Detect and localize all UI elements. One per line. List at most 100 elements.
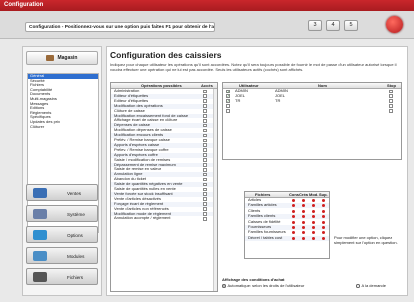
operation-acces-checkbox[interactable] (203, 109, 207, 113)
operation-acces-checkbox[interactable] (203, 192, 207, 197)
user-stop-checkbox[interactable] (389, 89, 393, 94)
operation-acces-checkbox[interactable] (203, 182, 207, 187)
fichier-permission-dot[interactable] (302, 231, 305, 235)
user-stop-checkbox[interactable] (389, 109, 393, 113)
fichier-permission-dot[interactable] (302, 226, 305, 229)
operation-acces-checkbox[interactable] (203, 114, 207, 118)
fichier-permission-dot[interactable] (312, 215, 315, 219)
user-active-checkbox[interactable]: ✓ (226, 89, 230, 94)
operation-acces-checkbox[interactable] (203, 163, 207, 167)
operation-acces-checkbox[interactable] (203, 216, 207, 221)
fichier-row[interactable]: Familles clients (245, 214, 329, 220)
operation-acces-checkbox[interactable] (203, 172, 207, 177)
operation-acces-checkbox[interactable] (203, 128, 207, 133)
fichier-permission-dot[interactable] (292, 199, 295, 202)
fichier-permission-dot[interactable] (322, 199, 325, 202)
fichier-permission-dot[interactable] (322, 215, 325, 219)
toolbar-button-5[interactable]: 5 (344, 20, 358, 31)
operation-row[interactable]: Annulation acompte / règlement (111, 216, 217, 221)
user-active-checkbox[interactable]: ✓ (226, 94, 230, 99)
user-stop-checkbox[interactable] (389, 104, 393, 108)
fichier-permission-dot[interactable] (312, 231, 315, 235)
fichier-row[interactable]: Familles fournisseurs (245, 230, 329, 235)
radio-demande[interactable] (356, 284, 360, 288)
operation-acces-checkbox[interactable] (203, 177, 207, 182)
operation-acces-checkbox[interactable] (203, 89, 207, 94)
fichier-permission-dot[interactable] (302, 204, 305, 208)
page-title: Configuration des caissiers (110, 50, 222, 60)
globe-icon (33, 230, 47, 240)
user-active-checkbox[interactable] (226, 109, 230, 113)
users-table: Utilisateur Nom Stop ✓ ADMIN ADMIN ✓ JOEL JOE… (222, 82, 402, 160)
fichier-permission-dot[interactable] (312, 220, 315, 224)
operation-acces-checkbox[interactable] (203, 202, 207, 206)
fichier-permission-dot[interactable] (302, 215, 305, 219)
fichier-permission-dot[interactable] (302, 209, 305, 213)
user-row[interactable] (223, 109, 401, 114)
operation-acces-checkbox[interactable] (203, 133, 207, 138)
fichier-permission-dot[interactable] (312, 209, 315, 213)
category-item[interactable]: Clôturer (28, 124, 98, 130)
footer-option-auto[interactable]: Automatique: selon les droits de l'utili… (222, 283, 304, 288)
fichier-permission-dot[interactable] (302, 199, 305, 202)
fichier-row[interactable]: Caisses de fidélité (245, 220, 329, 225)
footer-option-demande[interactable]: A la demande (356, 283, 386, 288)
fichier-permission-dot[interactable] (292, 204, 295, 208)
fichier-permission-dot[interactable] (292, 220, 295, 224)
user-active-checkbox[interactable] (226, 104, 230, 108)
user-active-checkbox[interactable]: ✓ (226, 99, 230, 103)
fichier-permission-dot[interactable] (312, 226, 315, 229)
radio-auto[interactable] (222, 284, 226, 288)
nav-button-modules[interactable]: Modules (26, 247, 98, 264)
fichier-permission-dot[interactable] (322, 220, 325, 224)
operation-acces-checkbox[interactable] (203, 99, 207, 103)
fichier-permission-dot[interactable] (312, 236, 315, 240)
operation-acces-checkbox[interactable] (203, 123, 207, 128)
operation-acces-checkbox[interactable] (203, 153, 207, 157)
operation-acces-checkbox[interactable] (203, 138, 207, 143)
fichier-permission-dot[interactable] (302, 220, 305, 224)
operation-acces-checkbox[interactable] (203, 104, 207, 108)
operation-acces-checkbox[interactable] (203, 148, 207, 152)
fichier-row[interactable]: Décret / tables cost (245, 235, 329, 241)
fichier-label: Familles clients (248, 214, 276, 219)
fichier-permission-dot[interactable] (322, 236, 325, 240)
fichier-permission-dot[interactable] (322, 231, 325, 235)
nav-button-système[interactable]: Système (26, 205, 98, 222)
nav-button-label: Modules (67, 254, 85, 259)
operation-acces-checkbox[interactable] (203, 187, 207, 192)
operation-acces-checkbox[interactable] (203, 167, 207, 172)
fichier-permission-dot[interactable] (322, 209, 325, 213)
nav-button-options[interactable]: Options (26, 226, 98, 243)
fichier-permission-dot[interactable] (292, 236, 295, 240)
fichier-permission-dot[interactable] (312, 204, 315, 208)
operation-acces-checkbox[interactable] (203, 207, 207, 211)
fichier-permission-dot[interactable] (322, 204, 325, 208)
fichier-permission-dot[interactable] (292, 209, 295, 213)
operation-acces-checkbox[interactable] (203, 143, 207, 148)
toolbar-button-3[interactable]: 3 (308, 20, 322, 31)
operation-acces-checkbox[interactable] (203, 158, 207, 162)
fichier-permission-dot[interactable] (292, 226, 295, 229)
fichier-permission-dot[interactable] (292, 231, 295, 235)
user-stop-checkbox[interactable] (389, 94, 393, 99)
operations-scrollbar[interactable] (213, 89, 217, 291)
fichier-permission-dot[interactable] (302, 236, 305, 240)
toolbar-button-4[interactable]: 4 (326, 20, 340, 31)
nav-button-ventes[interactable]: Ventes (26, 184, 98, 201)
fichier-permission-dot[interactable] (292, 215, 295, 219)
quit-circle-icon[interactable] (386, 16, 403, 33)
magasin-button[interactable]: Magasin (26, 51, 98, 65)
operation-acces-checkbox[interactable] (203, 197, 207, 201)
fichier-permission-dot[interactable] (322, 226, 325, 229)
fichier-permission-dot[interactable] (312, 199, 315, 202)
user-stop-checkbox[interactable] (389, 99, 393, 103)
operation-acces-checkbox[interactable] (203, 212, 207, 216)
operation-acces-checkbox[interactable] (203, 118, 207, 123)
fichier-row[interactable]: Familles articles (245, 203, 329, 209)
fichier-row[interactable]: Fournisseurs (245, 225, 329, 230)
fichier-row[interactable]: Articles (245, 198, 329, 203)
nav-button-fichiers[interactable]: Fichiers (26, 268, 98, 285)
operation-acces-checkbox[interactable] (203, 94, 207, 99)
fichier-row[interactable]: Clients (245, 209, 329, 214)
